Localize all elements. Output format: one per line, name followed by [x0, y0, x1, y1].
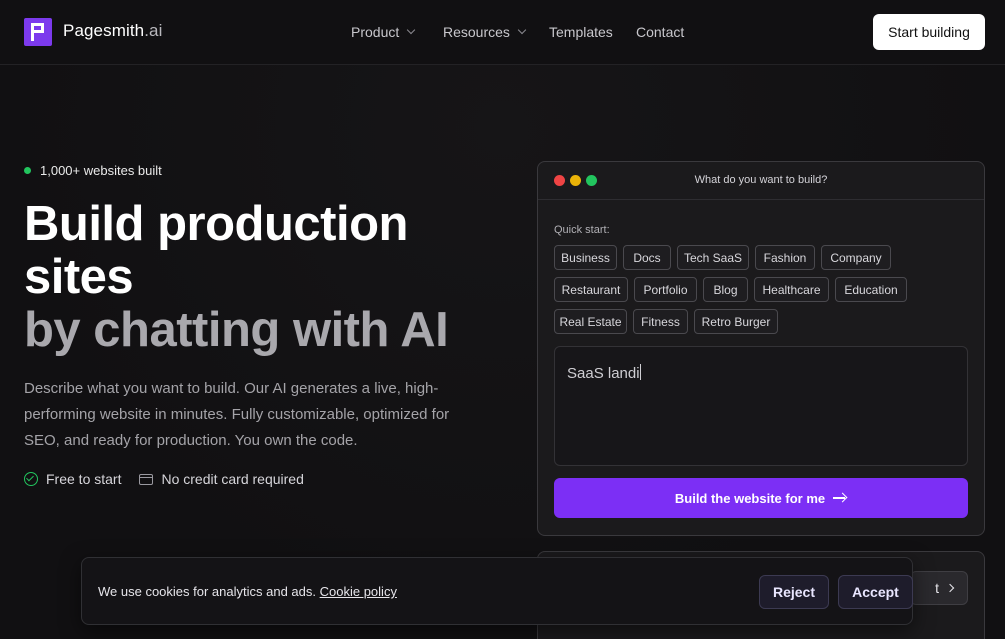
arrow-right-icon — [833, 493, 847, 503]
chip-tech-saas[interactable]: Tech SaaS — [677, 245, 749, 270]
secondary-card-button-label: t — [935, 580, 939, 596]
start-building-button[interactable]: Start building — [873, 14, 985, 50]
chip-fashion[interactable]: Fashion — [755, 245, 815, 270]
chip-portfolio[interactable]: Portfolio — [634, 277, 697, 302]
chevron-right-icon — [945, 583, 955, 593]
nav-templates[interactable]: Templates — [549, 24, 613, 40]
nav-contact[interactable]: Contact — [636, 24, 684, 40]
chip-retro-burger[interactable]: Retro Burger — [694, 309, 778, 334]
chip-company[interactable]: Company — [821, 245, 891, 270]
perk-no-card-label: No credit card required — [161, 471, 304, 487]
hero-subtitle: by chatting with AI — [24, 303, 449, 357]
credit-card-icon — [139, 473, 154, 485]
cookie-banner: We use cookies for analytics and ads. Co… — [81, 557, 913, 625]
builder-panel-header: What do you want to build? — [538, 162, 984, 200]
nav-contact-label: Contact — [636, 24, 685, 40]
nav-product[interactable]: Product — [351, 24, 416, 40]
cookie-message: We use cookies for analytics and ads. Co… — [98, 584, 397, 599]
build-website-button[interactable]: Build the website for me — [554, 478, 968, 518]
perk-free: Free to start — [24, 471, 121, 487]
chip-restaurant[interactable]: Restaurant — [554, 277, 628, 302]
brand-name[interactable]: Pagesmith.ai — [63, 21, 162, 41]
chip-real-estate[interactable]: Real Estate — [554, 309, 627, 334]
build-website-button-label: Build the website for me — [674, 490, 826, 506]
cookie-message-text: We use cookies for analytics and ads. — [98, 584, 316, 599]
status-dot-icon — [24, 167, 31, 174]
chip-education[interactable]: Education — [835, 277, 907, 302]
chip-docs[interactable]: Docs — [623, 245, 671, 270]
hero-title-line1: Build production — [24, 197, 408, 251]
chip-blog[interactable]: Blog — [703, 277, 748, 302]
accept-cookies-button[interactable]: Accept — [838, 575, 913, 609]
chevron-down-icon — [517, 25, 527, 35]
secondary-card-button[interactable]: t — [910, 571, 968, 605]
builder-window-title: What do you want to build? — [694, 174, 828, 186]
quick-start-label: Quick start: — [554, 224, 610, 236]
websites-built-badge: 1,000+ websites built — [24, 163, 162, 178]
nav-resources[interactable]: Resources — [443, 24, 527, 40]
reject-cookies-button[interactable]: Reject — [759, 575, 829, 609]
builder-panel: What do you want to build? Quick start: … — [537, 161, 985, 536]
chevron-down-icon — [407, 25, 416, 35]
chip-business[interactable]: Business — [554, 245, 617, 270]
check-circle-icon — [24, 472, 38, 486]
chip-fitness[interactable]: Fitness — [633, 309, 688, 334]
perk-no-card: No credit card required — [139, 471, 304, 487]
prompt-input-value: SaaS landi — [567, 365, 640, 382]
logo-icon[interactable] — [24, 18, 52, 46]
perks-list: Free to start No credit card required — [24, 471, 322, 487]
hero-title: Build production sites — [24, 198, 408, 304]
nav-resources-label: Resources — [443, 24, 510, 40]
text-caret — [639, 364, 641, 380]
cookie-policy-link[interactable]: Cookie policy — [320, 584, 397, 599]
hero-title-line2: sites — [24, 250, 134, 304]
landing-page: Pagesmith.ai Product Resources Templates… — [0, 0, 1005, 639]
badge-label: 1,000+ websites built — [40, 163, 162, 178]
top-nav: Pagesmith.ai Product Resources Templates… — [0, 0, 1005, 65]
chip-healthcare[interactable]: Healthcare — [754, 277, 829, 302]
prompt-input[interactable]: SaaS landi — [554, 346, 968, 466]
nav-templates-label: Templates — [549, 24, 613, 40]
nav-product-label: Product — [351, 24, 400, 40]
perk-free-label: Free to start — [46, 471, 122, 487]
hero-description: Describe what you want to build. Our AI … — [24, 380, 450, 449]
